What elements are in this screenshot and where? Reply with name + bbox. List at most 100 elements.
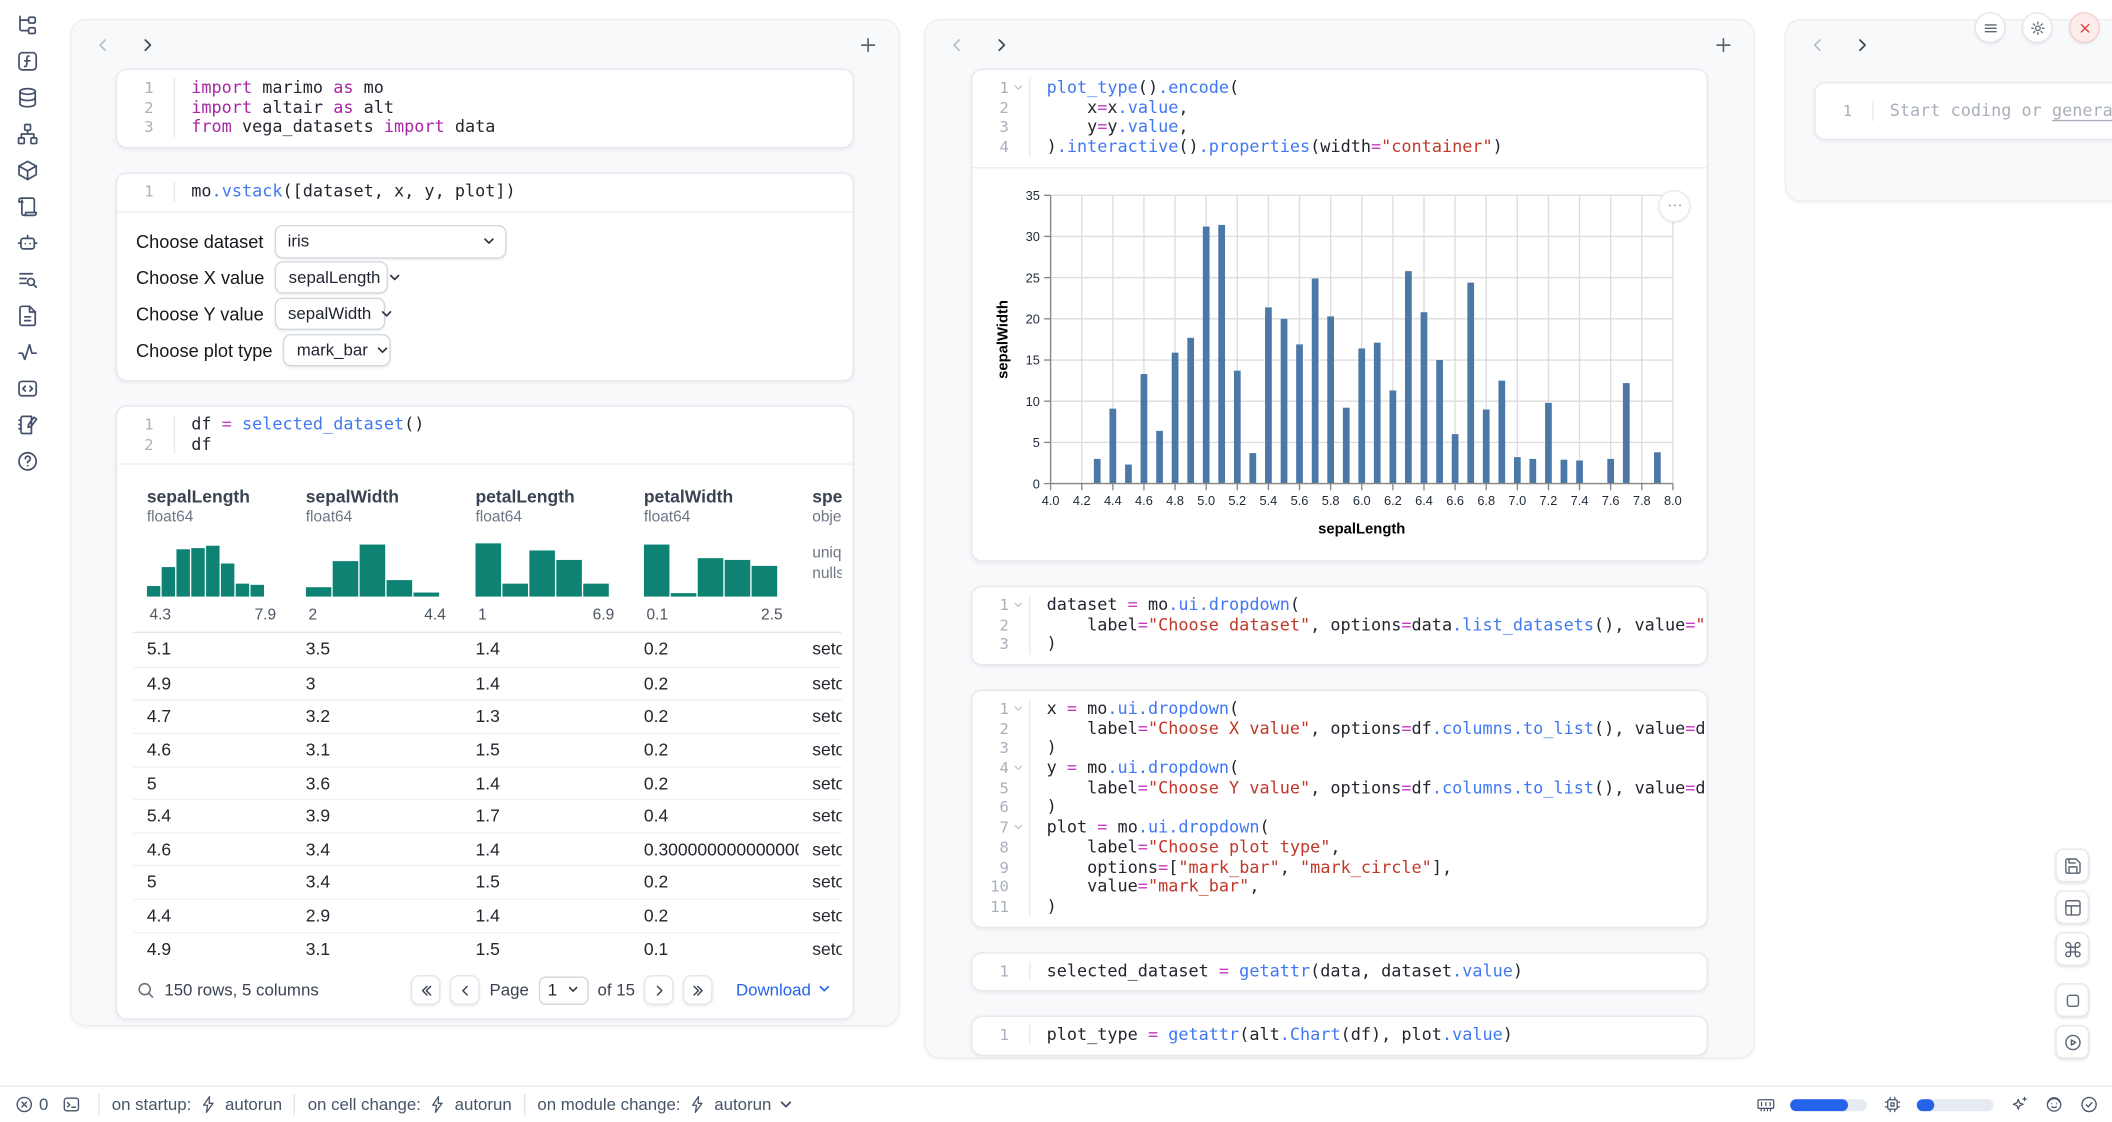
search-list-icon[interactable]	[12, 268, 42, 291]
code-editor[interactable]: 1import marimo as mo2import altair as al…	[117, 70, 852, 147]
column-header-sepalWidth[interactable]: sepalWidthfloat6424.4	[292, 478, 462, 632]
dropdown-select[interactable]: iris	[274, 225, 506, 259]
last-page-button[interactable]	[683, 975, 713, 1005]
table-row[interactable]: 4.73.21.30.2setosa	[133, 700, 841, 733]
logs-icon[interactable]	[12, 195, 42, 218]
database-icon[interactable]	[12, 86, 42, 109]
table-row[interactable]: 4.931.40.2setosa	[133, 666, 841, 699]
code-cell-plot-type[interactable]: 1plot_type = getattr(alt.Chart(df), plot…	[971, 1016, 1708, 1056]
code-cell-selected-dataset[interactable]: 1selected_dataset = getattr(data, datase…	[971, 952, 1708, 992]
table-cell: 4.7	[133, 701, 292, 727]
runtime-setting[interactable]: on cell change:autorun	[308, 1094, 512, 1114]
help-icon[interactable]	[12, 450, 42, 473]
svg-text:35: 35	[1026, 188, 1040, 203]
dependency-graph-icon[interactable]	[12, 123, 42, 146]
code-cell-xy-dropdowns[interactable]: 1x = mo.ui.dropdown(2 label="Choose X va…	[971, 690, 1708, 928]
stop-button[interactable]	[2055, 983, 2089, 1017]
scratchpad-icon[interactable]	[12, 414, 42, 437]
dropdown-select[interactable]: sepalWidth	[275, 298, 385, 330]
svg-text:7.2: 7.2	[1540, 493, 1558, 508]
code-cell-imports[interactable]: 1import marimo as mo2import altair as al…	[116, 69, 854, 149]
code-cell-dataframe[interactable]: 1df = selected_dataset()2df sepalLengthf…	[116, 405, 854, 1020]
table-row[interactable]: 5.43.91.70.4setosa	[133, 799, 841, 832]
first-page-button[interactable]	[411, 975, 441, 1005]
code-editor[interactable]: 1x = mo.ui.dropdown(2 label="Choose X va…	[972, 691, 1706, 926]
column-header-sepalLength[interactable]: sepalLengthfloat644.37.9	[133, 478, 292, 632]
table-cell: 0.2	[630, 767, 798, 793]
menu-button[interactable]	[1975, 12, 2006, 43]
run-button[interactable]	[2055, 1025, 2089, 1059]
code-editor[interactable]: 1df = selected_dataset()2df	[117, 407, 852, 464]
column-header-petalLength[interactable]: petalLengthfloat6416.9	[462, 478, 630, 632]
command-palette-button[interactable]	[2055, 932, 2089, 966]
assistant-bot-icon[interactable]	[2043, 1094, 2063, 1114]
table-row[interactable]: 53.61.40.2setosa	[133, 766, 841, 799]
chart-options-button[interactable]	[1658, 190, 1690, 222]
empty-code-cell[interactable]: 1 Start coding or generate with AI	[1814, 82, 2112, 140]
code-editor[interactable]: 1dataset = mo.ui.dropdown(2 label="Choos…	[972, 587, 1706, 664]
file-tree-icon[interactable]	[12, 13, 42, 36]
page-select[interactable]: 1	[538, 976, 588, 1004]
column-prev-button[interactable]	[946, 34, 968, 56]
connection-status-icon[interactable]	[2078, 1094, 2098, 1114]
package-icon[interactable]	[12, 159, 42, 182]
column-next-button[interactable]	[1851, 34, 1873, 56]
table-cell: setosa	[799, 633, 842, 659]
notebook-column-left: 1import marimo as mo2import altair as al…	[70, 19, 900, 1027]
svg-text:7.0: 7.0	[1508, 493, 1526, 508]
runtime-setting[interactable]: on module change:autorun	[537, 1094, 793, 1114]
chat-bot-icon[interactable]	[12, 232, 42, 255]
table-row[interactable]: 53.41.50.2setosa	[133, 865, 841, 898]
table-cell: 1.5	[462, 933, 630, 959]
bar-chart[interactable]: 4.04.24.44.64.85.05.25.45.65.86.06.26.46…	[991, 179, 1687, 549]
code-editor[interactable]: 1 Start coding or generate with AI	[1816, 84, 2112, 139]
activity-icon[interactable]	[12, 341, 42, 364]
code-cell-vstack[interactable]: 1mo.vstack([dataset, x, y, plot]) Choose…	[116, 173, 854, 381]
ai-sparkles-icon[interactable]	[2008, 1094, 2028, 1114]
table-row[interactable]: 4.63.41.40.30000000000000004setosa	[133, 832, 841, 865]
save-button[interactable]	[2055, 849, 2089, 883]
layout-button[interactable]	[2055, 890, 2089, 924]
table-row[interactable]: 4.63.11.50.2setosa	[133, 733, 841, 766]
table-cell: 1.4	[462, 767, 630, 793]
close-button[interactable]	[2069, 12, 2100, 43]
document-icon[interactable]	[12, 304, 42, 327]
column-prev-button[interactable]	[92, 34, 114, 56]
table-row[interactable]: 4.42.91.40.2setosa	[133, 898, 841, 931]
resource-indicators	[1755, 1094, 2098, 1114]
column-next-button[interactable]	[136, 34, 158, 56]
chevron-down-icon	[818, 981, 831, 1000]
runtime-setting[interactable]: on startup:autorun	[112, 1094, 282, 1114]
svg-text:5.0: 5.0	[1197, 493, 1215, 508]
table-cell: 1.7	[462, 800, 630, 826]
code-editor[interactable]: 1plot_type().encode(2 x=x.value,3 y=y.va…	[972, 70, 1706, 167]
table-row[interactable]: 5.13.51.40.2setosa	[133, 633, 841, 666]
settings-button[interactable]	[2022, 12, 2053, 43]
code-cell-dataset-dropdown[interactable]: 1dataset = mo.ui.dropdown(2 label="Choos…	[971, 586, 1708, 666]
control-label: Choose X value	[136, 268, 264, 288]
next-page-button[interactable]	[644, 975, 674, 1005]
page-label: Page	[490, 981, 529, 1000]
generate-link[interactable]: generate	[2052, 100, 2112, 120]
errors-indicator-icon[interactable]	[13, 1094, 33, 1114]
column-header-petalWidth[interactable]: petalWidthfloat640.12.5	[630, 478, 798, 632]
column-header-species[interactable]: speciesobjectunique:nulls:	[799, 478, 842, 592]
snippets-icon[interactable]	[12, 377, 42, 400]
table-row[interactable]: 4.93.11.50.1setosa	[133, 931, 841, 964]
terminal-icon[interactable]	[62, 1094, 82, 1114]
column-prev-button[interactable]	[1806, 34, 1828, 56]
add-column-button[interactable]	[1712, 34, 1734, 56]
download-button[interactable]: Download	[736, 981, 831, 1000]
code-editor[interactable]: 1mo.vstack([dataset, x, y, plot])	[117, 174, 852, 211]
svg-text:5.8: 5.8	[1322, 493, 1340, 508]
code-editor[interactable]: 1plot_type = getattr(alt.Chart(df), plot…	[972, 1017, 1706, 1054]
function-square-icon[interactable]	[12, 50, 42, 73]
search-icon[interactable]	[136, 981, 155, 1000]
dropdown-select[interactable]: mark_bar	[283, 334, 391, 366]
add-column-button[interactable]	[857, 34, 879, 56]
code-editor[interactable]: 1selected_dataset = getattr(data, datase…	[972, 953, 1706, 990]
code-cell-plot[interactable]: 1plot_type().encode(2 x=x.value,3 y=y.va…	[971, 69, 1708, 562]
dropdown-select[interactable]: sepalLength	[275, 262, 388, 294]
column-next-button[interactable]	[990, 34, 1012, 56]
prev-page-button[interactable]	[450, 975, 480, 1005]
